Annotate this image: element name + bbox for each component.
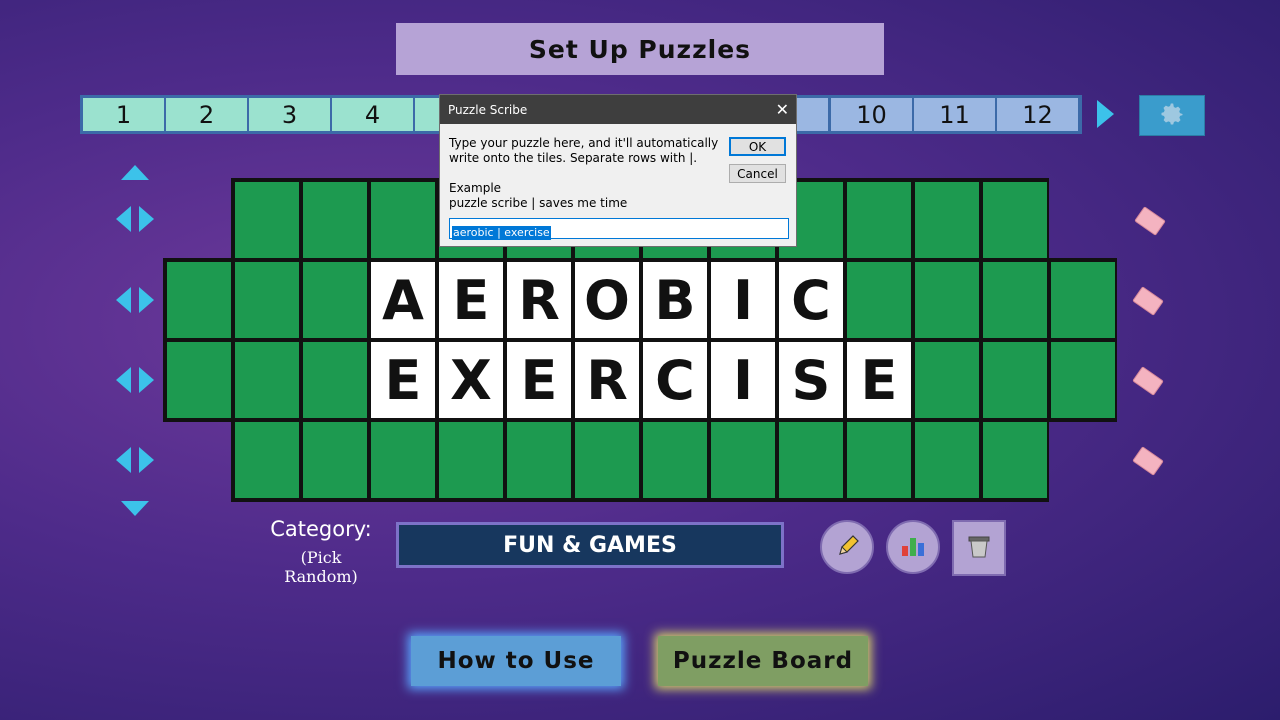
puzzle-tab-12[interactable]: 12: [997, 98, 1078, 131]
dialog-prompt-text: Type your puzzle here, and it'll automat…: [449, 136, 719, 210]
row4-right-arrow-icon[interactable]: [139, 447, 154, 473]
puzzle-board-button[interactable]: Puzzle Board: [658, 636, 868, 686]
trash-icon: [965, 532, 993, 564]
tile-r3-c1[interactable]: [167, 342, 231, 418]
tile-r2-c14[interactable]: [1051, 262, 1115, 338]
row2-left-arrow-icon[interactable]: [116, 287, 131, 313]
row2-right-arrow-icon[interactable]: [139, 287, 154, 313]
tile-r1-c11[interactable]: [915, 182, 979, 258]
tile-r1-c2[interactable]: [303, 182, 367, 258]
row4-eraser-icon[interactable]: [1132, 446, 1164, 476]
tile-r3-c13[interactable]: [983, 342, 1047, 418]
pick-random-link[interactable]: (Pick Random): [262, 548, 380, 586]
tile-r3-c8[interactable]: C: [643, 342, 707, 418]
tile-r3-c10[interactable]: S: [779, 342, 843, 418]
tile-r2-c6[interactable]: R: [507, 262, 571, 338]
puzzle-scribe-dialog: Puzzle Scribe ✕ Type your puzzle here, a…: [439, 94, 797, 247]
cancel-button[interactable]: Cancel: [729, 164, 786, 183]
tile-r3-c12[interactable]: [915, 342, 979, 418]
tile-r4-c7[interactable]: [643, 422, 707, 498]
next-page-arrow-icon[interactable]: [1097, 100, 1114, 128]
row3-left-arrow-icon[interactable]: [116, 367, 131, 393]
tile-r3-c3[interactable]: [303, 342, 367, 418]
row3-right-arrow-icon[interactable]: [139, 367, 154, 393]
tile-r2-c8[interactable]: B: [643, 262, 707, 338]
settings-button[interactable]: [1139, 95, 1205, 136]
puzzle-scribe-button[interactable]: [820, 520, 874, 574]
tile-r4-c4[interactable]: [439, 422, 503, 498]
tile-r4-c2[interactable]: [303, 422, 367, 498]
tile-r2-c10[interactable]: C: [779, 262, 843, 338]
tile-r2-c4[interactable]: A: [371, 262, 435, 338]
tile-r4-c12[interactable]: [983, 422, 1047, 498]
how-to-use-button[interactable]: How to Use: [411, 636, 621, 686]
row1-eraser-icon[interactable]: [1134, 206, 1166, 236]
puzzle-tab-3[interactable]: 3: [249, 98, 330, 131]
row2-eraser-icon[interactable]: [1132, 286, 1164, 316]
move-down-arrow-icon[interactable]: [121, 501, 149, 516]
tile-r1-c3[interactable]: [371, 182, 435, 258]
tile-r2-c2[interactable]: [235, 262, 299, 338]
ok-button[interactable]: OK: [729, 137, 786, 156]
tile-r4-c10[interactable]: [847, 422, 911, 498]
tile-r2-c12[interactable]: [915, 262, 979, 338]
tile-r2-c7[interactable]: O: [575, 262, 639, 338]
row1-left-arrow-icon[interactable]: [116, 206, 131, 232]
tile-r2-c11[interactable]: [847, 262, 911, 338]
page-title: Set Up Puzzles: [396, 23, 884, 75]
tile-r1-c12[interactable]: [983, 182, 1047, 258]
move-up-arrow-icon[interactable]: [121, 165, 149, 180]
puzzle-tab-2[interactable]: 2: [166, 98, 247, 131]
tile-r3-c14[interactable]: [1051, 342, 1115, 418]
tile-r1-c1[interactable]: [235, 182, 299, 258]
tile-r3-c5[interactable]: X: [439, 342, 503, 418]
tile-r2-c9[interactable]: I: [711, 262, 775, 338]
dialog-title: Puzzle Scribe: [448, 102, 528, 117]
puzzle-tab-11[interactable]: 11: [914, 98, 995, 131]
tile-r2-c5[interactable]: E: [439, 262, 503, 338]
tile-r2-c13[interactable]: [983, 262, 1047, 338]
tile-r4-c6[interactable]: [575, 422, 639, 498]
tile-r3-c2[interactable]: [235, 342, 299, 418]
category-label: Category:: [270, 517, 372, 541]
puzzle-tab-10[interactable]: 10: [831, 98, 912, 131]
tile-r3-c7[interactable]: R: [575, 342, 639, 418]
row1-right-arrow-icon[interactable]: [139, 206, 154, 232]
puzzle-tab-1[interactable]: 1: [83, 98, 164, 131]
tile-r1-c10[interactable]: [847, 182, 911, 258]
puzzle-input[interactable]: aerobic | exercise: [449, 218, 789, 240]
tile-r4-c3[interactable]: [371, 422, 435, 498]
tile-r4-c1[interactable]: [235, 422, 299, 498]
tile-r2-c3[interactable]: [303, 262, 367, 338]
tile-r2-c1[interactable]: [167, 262, 231, 338]
tile-r4-c11[interactable]: [915, 422, 979, 498]
tile-r4-c5[interactable]: [507, 422, 571, 498]
stats-button[interactable]: [886, 520, 940, 574]
clear-puzzle-button[interactable]: [952, 520, 1006, 576]
bar-chart-icon: [898, 530, 928, 564]
dialog-titlebar: Puzzle Scribe ✕: [440, 95, 796, 124]
close-icon[interactable]: ✕: [776, 100, 789, 119]
tile-r3-c4[interactable]: E: [371, 342, 435, 418]
category-field[interactable]: FUN & GAMES: [396, 522, 784, 568]
tile-r4-c9[interactable]: [779, 422, 843, 498]
row3-eraser-icon[interactable]: [1132, 366, 1164, 396]
pencil-icon: [832, 530, 862, 564]
gear-icon: [1158, 100, 1186, 132]
tile-r3-c9[interactable]: I: [711, 342, 775, 418]
puzzle-input-value: aerobic | exercise: [452, 226, 551, 240]
tile-r4-c8[interactable]: [711, 422, 775, 498]
tile-r3-c6[interactable]: E: [507, 342, 571, 418]
row4-left-arrow-icon[interactable]: [116, 447, 131, 473]
puzzle-tab-4[interactable]: 4: [332, 98, 413, 131]
tile-r3-c11[interactable]: E: [847, 342, 911, 418]
